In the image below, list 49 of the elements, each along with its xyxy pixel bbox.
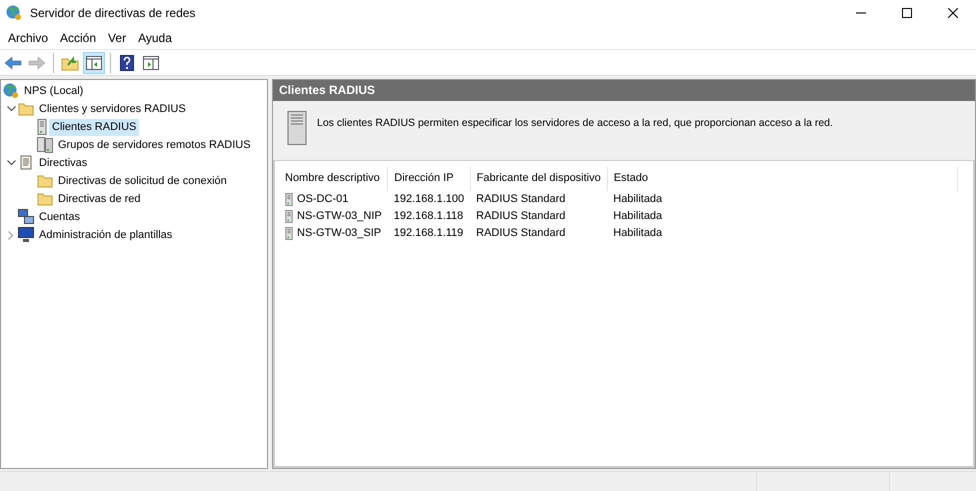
globe-icon <box>6 5 22 21</box>
table-cell: Habilitada <box>613 227 662 240</box>
table-cell: RADIUS Standard <box>476 210 566 222</box>
menu-item[interactable]: Ver <box>102 26 132 48</box>
column-header[interactable]: Nombre descriptivo <box>279 167 388 191</box>
tree-item[interactable]: Directivas de solicitud de conexión <box>55 172 230 190</box>
table-cell: RADIUS Standard <box>476 227 566 240</box>
table-cell-text: NS-GTW-03_SIP <box>297 226 382 242</box>
globe-icon <box>3 83 19 99</box>
table-cell: 192.168.1.119 <box>394 227 464 240</box>
table-cell-text: NS-GTW-03_NIP <box>297 209 382 224</box>
console-tree-button[interactable] <box>83 52 105 74</box>
tree-item[interactable]: Clientes RADIUS <box>49 118 140 136</box>
computers-icon <box>18 209 34 225</box>
window-title: Servidor de directivas de redes <box>30 5 196 22</box>
tree-item[interactable]: Administración de plantillas <box>36 226 176 244</box>
server-icon <box>285 193 293 206</box>
column-header[interactable]: Estado <box>607 167 958 191</box>
document-icon <box>18 155 34 171</box>
table-cell: 192.168.1.100 <box>394 193 464 206</box>
folder-icon <box>37 174 53 188</box>
server-icon <box>285 227 293 240</box>
tree-item[interactable]: Directivas de red <box>55 190 144 208</box>
menu-item[interactable]: Archivo <box>2 26 54 48</box>
menu-item[interactable]: Ayuda <box>132 26 178 48</box>
column-header[interactable]: Fabricante del dispositivo <box>470 167 608 191</box>
table-cell: RADIUS Standard <box>476 193 566 206</box>
pane-title: Clientes RADIUS <box>273 80 975 101</box>
tree-item[interactable]: Cuentas <box>36 208 83 226</box>
folder-icon <box>18 102 34 116</box>
pane-description: Los clientes RADIUS permiten especificar los servidores de acceso a la red, que proporcionan acceso a la red. <box>317 116 833 131</box>
servers-icon <box>37 137 53 153</box>
tree-item[interactable]: Clientes y servidores RADIUS <box>36 100 189 118</box>
table-cell-text: OS-DC-01 <box>297 192 348 208</box>
table-cell: 192.168.1.118 <box>394 210 464 222</box>
server-icon <box>37 119 47 135</box>
tree-item[interactable]: NPS (Local) <box>21 82 86 100</box>
column-header[interactable]: Dirección IP <box>388 167 470 191</box>
table-cell: Habilitada <box>613 193 662 206</box>
folder-icon <box>37 192 53 206</box>
menu-item[interactable]: Acción <box>54 26 102 48</box>
server-icon <box>285 210 293 223</box>
maximize-icon <box>902 8 912 18</box>
server-icon <box>287 111 307 145</box>
close-icon <box>948 8 958 18</box>
tree-item[interactable]: Directivas <box>36 154 90 172</box>
tree-item[interactable]: Grupos de servidores remotos RADIUS <box>55 136 254 154</box>
table-cell: Habilitada <box>613 210 662 222</box>
monitor-icon <box>18 227 34 243</box>
